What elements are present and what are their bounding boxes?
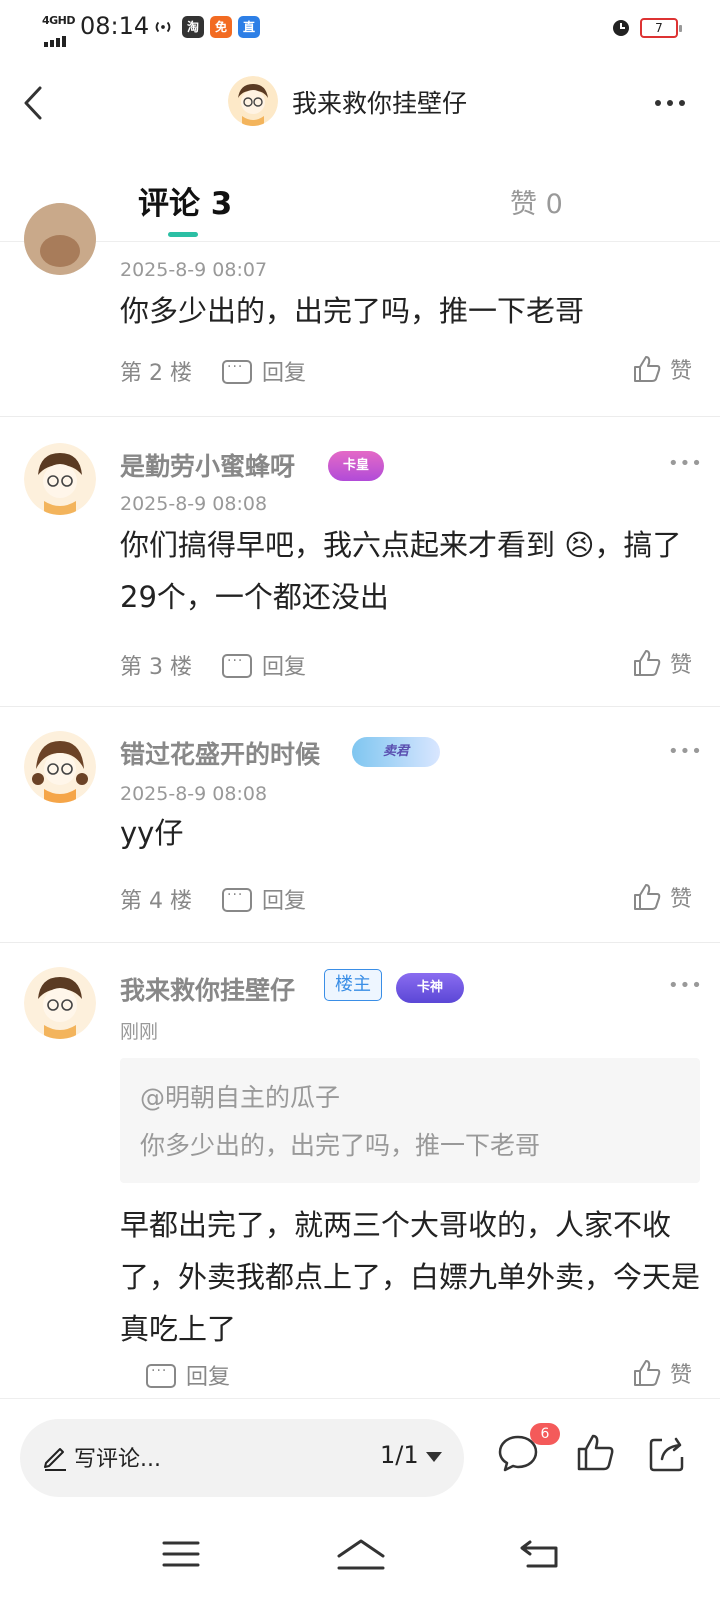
like-button[interactable]: 赞 [632,647,692,681]
live-app-icon: 直 [238,16,260,38]
comment-input-bar: 写评论... 1/1 6 [0,1398,720,1508]
comment-time: 刚刚 [120,1021,159,1043]
level-badge: 卡皇 [328,451,384,481]
tab-active-indicator [168,232,198,237]
comment-item: 错过花盛开的时候 卖君 ••• 2025-8-9 08:08 yy仔 第 4 楼… [0,707,720,942]
tab-comments[interactable]: 评论 3 [138,178,232,223]
app-icon: 免 [210,16,232,38]
commenter-avatar[interactable] [24,443,96,515]
comment-time: 2025-8-9 08:08 [120,783,268,805]
write-comment-placeholder: 写评论... [74,1447,161,1472]
tab-likes[interactable]: 赞 0 [510,182,563,221]
author-avatar[interactable] [228,76,278,126]
page-indicator[interactable]: 1/1 [380,1441,419,1469]
floor-number: 第 2 楼 [120,361,192,386]
like-button[interactable]: 赞 [632,1357,692,1391]
thumb-up-icon [634,1360,661,1386]
floor-number: 第 4 楼 [120,889,192,914]
reply-button[interactable]: 回复 [222,649,306,681]
reply-button[interactable]: 回复 [222,883,306,915]
level-badge: 卡神 [396,973,464,1003]
level-badge: 卖君 [352,737,440,767]
hotspot-icon [155,21,171,33]
back-nav-icon[interactable] [516,1536,566,1572]
status-bar: 4GHD 08:14 淘 免 直 7 [0,0,720,56]
thumb-up-icon [634,356,661,382]
comment-content: 你多少出的，出完了吗，推一下老哥 [120,294,585,328]
quoted-user: @明朝自主的瓜子 [140,1083,341,1112]
comment-item: 是勤劳小蜜蜂呀 卡皇 ••• 2025-8-9 08:08 你们搞得早吧，我六点… [0,417,720,707]
menu-icon[interactable] [156,1536,206,1572]
reply-icon [222,653,252,678]
more-options-icon[interactable] [650,88,690,118]
battery-icon: 7 [640,18,682,38]
alarm-icon [613,20,629,36]
reply-button[interactable]: 回复 [222,355,306,387]
thread-title: 我来救你挂壁仔 [292,89,468,118]
pencil-icon [44,1448,66,1471]
comment-count-badge: 6 [530,1423,560,1445]
taobao-app-icon: 淘 [182,16,204,38]
comment-more-icon[interactable]: ••• [668,975,703,996]
floor-number: 第 3 楼 [120,655,192,680]
like-button[interactable]: 赞 [632,881,692,915]
comment-item: 2025-8-9 08:07 你多少出的，出完了吗，推一下老哥 第 2 楼 回复… [0,203,720,415]
commenter-avatar[interactable] [24,203,96,275]
system-nav-bar [0,1508,720,1600]
reply-icon [222,359,252,384]
comment-content: 早都出完了，就两三个大哥收的，人家不收了，外卖我都点上了，白嫖九单外卖，今天是真… [120,1208,701,1346]
signal-icon: 4GHD [40,14,76,47]
network-type: 4GHD [42,14,76,27]
reply-icon [146,1363,176,1388]
comment-time: 2025-8-9 08:07 [120,259,268,281]
comment-more-icon[interactable]: ••• [668,741,703,762]
thumb-up-icon[interactable] [576,1433,616,1473]
share-icon[interactable] [648,1433,688,1473]
host-tag: 楼主 [324,969,382,1001]
caret-down-icon[interactable] [425,1451,443,1463]
battery-level: 7 [655,21,663,35]
comment-content: yy仔 [120,816,184,850]
commenter-name[interactable]: 错过花盛开的时候 [120,735,320,771]
commenter-name[interactable]: 是勤劳小蜜蜂呀 [120,447,295,483]
back-button[interactable] [14,78,54,128]
commenter-avatar[interactable] [24,731,96,803]
tab-bar: 评论 3 赞 0 [0,170,720,242]
comment-item: 我来救你挂壁仔 楼主 卡神 ••• 刚刚 @明朝自主的瓜子 你多少出的，出完了吗… [0,943,720,1398]
thumb-up-icon [634,650,661,676]
commenter-avatar[interactable] [24,967,96,1039]
comment-time: 2025-8-9 08:08 [120,493,268,515]
commenter-name[interactable]: 我来救你挂壁仔 [120,971,295,1007]
thread-header: 我来救你挂壁仔 [0,68,720,138]
thumb-up-icon [634,884,661,910]
quoted-text: 你多少出的，出完了吗，推一下老哥 [140,1131,541,1160]
reply-button[interactable]: 回复 [146,1359,230,1391]
home-icon[interactable] [336,1536,386,1572]
comment-more-icon[interactable]: ••• [668,453,703,474]
comment-content: 你们搞得早吧，我六点起来才看到 😣，搞了29个，一个都还没出 [120,528,682,614]
write-comment-input[interactable]: 写评论... 1/1 [20,1419,464,1497]
quoted-comment[interactable]: @明朝自主的瓜子 你多少出的，出完了吗，推一下老哥 [120,1058,700,1183]
reply-icon [222,887,252,912]
like-button[interactable]: 赞 [632,353,692,387]
status-time: 08:14 [80,12,150,40]
